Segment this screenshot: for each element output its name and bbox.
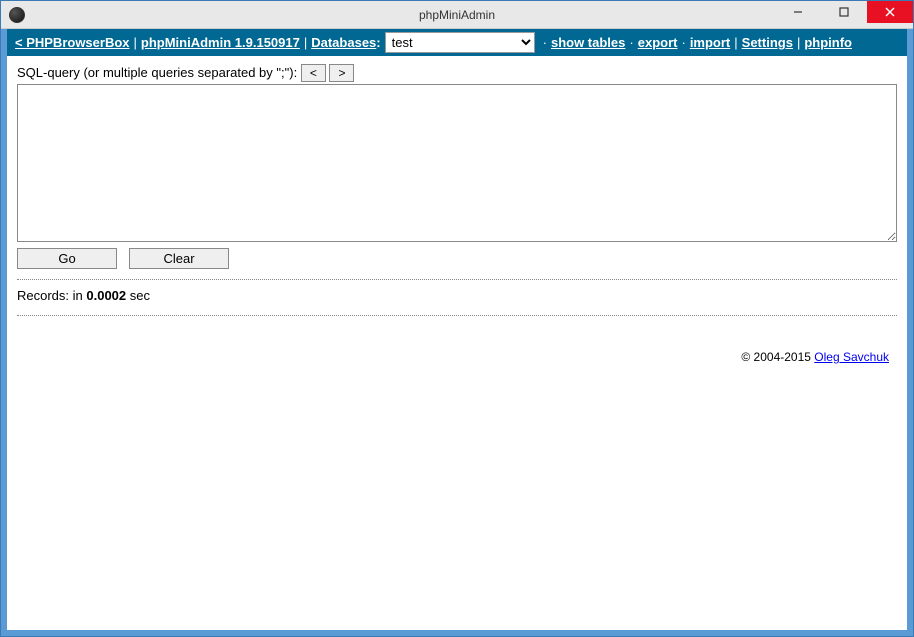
separator: | [130,35,141,50]
footer: © 2004-2015 Oleg Savchuk [17,322,897,364]
close-button[interactable] [867,1,913,23]
copyright-text: © 2004-2015 [741,350,814,364]
records-time: 0.0002 [86,288,126,303]
separator: · [625,35,637,50]
separator: | [793,35,804,50]
author-link[interactable]: Oleg Savchuk [814,350,889,364]
separator: · [677,35,689,50]
divider [17,279,897,280]
databases-link[interactable]: Databases [311,35,376,50]
records-suffix: sec [126,288,150,303]
records-status: Records: in 0.0002 sec [17,286,897,305]
button-row: Go Clear [17,248,897,269]
clear-button[interactable]: Clear [129,248,229,269]
minimize-button[interactable] [775,1,821,23]
query-header: SQL-query (or multiple queries separated… [17,64,897,82]
next-query-button[interactable]: > [329,64,354,82]
maximize-button[interactable] [821,1,867,23]
topbar: < PHPBrowserBox | phpMiniAdmin 1.9.15091… [7,29,907,56]
back-link[interactable]: < PHPBrowserBox [15,35,130,50]
colon: : [376,35,380,50]
minimize-icon [793,7,803,17]
show-tables-link[interactable]: show tables [551,35,625,50]
separator: | [730,35,741,50]
maximize-icon [839,7,849,17]
window-controls [775,1,913,23]
import-link[interactable]: import [690,35,730,50]
query-label: SQL-query (or multiple queries separated… [17,65,297,80]
sql-query-textarea[interactable] [17,84,897,242]
app-version-link[interactable]: phpMiniAdmin 1.9.150917 [141,35,300,50]
separator: · [539,35,551,50]
app-icon [9,7,25,23]
separator: | [300,35,311,50]
window-title: phpMiniAdmin [419,8,495,22]
app-window: phpMiniAdmin < PHPBrowserBox | phpMiniAd… [0,0,914,637]
records-prefix: Records: in [17,288,86,303]
viewport: < PHPBrowserBox | phpMiniAdmin 1.9.15091… [7,29,907,630]
export-link[interactable]: export [638,35,678,50]
settings-link[interactable]: Settings [742,35,793,50]
close-icon [885,7,895,17]
titlebar[interactable]: phpMiniAdmin [1,1,913,29]
go-button[interactable]: Go [17,248,117,269]
divider [17,315,897,316]
database-select[interactable]: test [385,32,535,53]
phpinfo-link[interactable]: phpinfo [804,35,852,50]
prev-query-button[interactable]: < [301,64,326,82]
content-area: SQL-query (or multiple queries separated… [7,56,907,372]
